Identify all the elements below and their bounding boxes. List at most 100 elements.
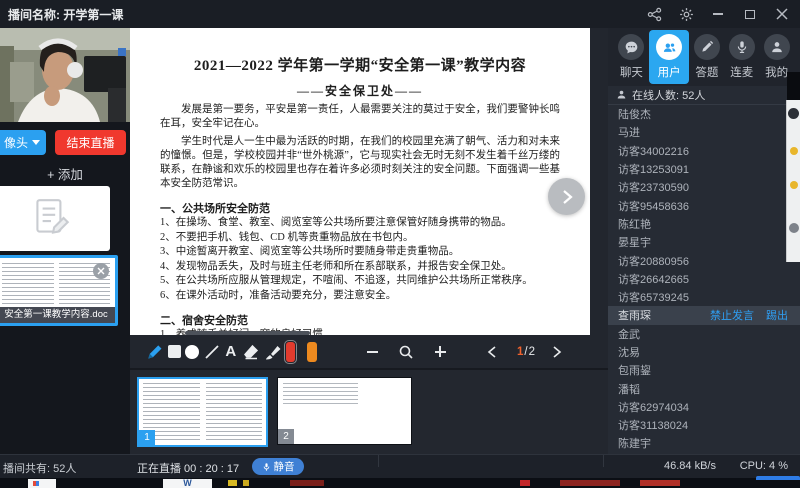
live-duration-label: 正在直播 00 : 20 : 17 <box>137 460 239 476</box>
user-row[interactable]: 陈建宇 <box>608 434 800 452</box>
page-thumbnail-2[interactable]: 2 <box>277 377 412 445</box>
overlay-icon <box>788 108 799 119</box>
user-row[interactable]: 陆俊杰 <box>608 105 800 123</box>
user-row[interactable]: 金武 <box>608 325 800 343</box>
document-title: 2021—2022 学年第一学期“安全第一课”教学内容 <box>160 54 560 75</box>
user-row[interactable]: 沈易 <box>608 343 800 361</box>
mute-user-button[interactable]: 禁止发言 <box>710 307 754 323</box>
share-icon[interactable] <box>646 6 662 22</box>
doc-thumbnail-label: 安全第一课教学内容.doc <box>0 307 115 323</box>
user-row[interactable]: 潘韬 <box>608 379 800 397</box>
overlay-window-edge <box>787 72 800 100</box>
tab-label: 答题 <box>695 64 718 80</box>
user-name: 访客26642665 <box>618 271 800 287</box>
user-name: 包雨鋆 <box>618 362 800 378</box>
zoom-reset-button[interactable] <box>391 339 421 365</box>
overlay-icon <box>789 223 799 233</box>
next-page-button[interactable] <box>542 339 572 365</box>
zoom-in-button[interactable] <box>425 339 455 365</box>
left-panel: 像头 结束直播 + 添加 安全第一课教学内容.doc <box>0 28 130 454</box>
status-bar: 播间共有: 52人 正在直播 00 : 20 : 17 静音 46.84 kB/… <box>0 454 800 478</box>
close-icon[interactable] <box>93 263 109 279</box>
user-name: 访客62974034 <box>618 399 800 415</box>
user-row[interactable]: 访客26642665 <box>608 270 800 288</box>
doc-list-item: 4、发现物品丢失，及时与班主任老师和所在系部联系，并报告安全保卫处。 <box>160 260 560 275</box>
person-icon <box>764 34 790 60</box>
plus-icon <box>435 346 446 357</box>
sidebar: 聊天 用户 答题 连麦 <box>608 28 800 454</box>
desktop-taskbar-sliver: W <box>0 478 800 488</box>
annotation-toolbar: A <box>130 335 590 368</box>
rectangle-tool-button[interactable] <box>167 339 181 365</box>
add-content-button[interactable]: + 添加 <box>0 164 130 183</box>
user-row[interactable]: 访客65739245 <box>608 288 800 306</box>
kick-user-button[interactable]: 踢出 <box>766 307 788 323</box>
doc-list-item: 3、中途暂离开教室、阅览室等公共场所时要随身带走贵重物品。 <box>160 245 560 260</box>
user-row[interactable]: 陈红艳 <box>608 215 800 233</box>
user-row[interactable]: 访客31138024 <box>608 416 800 434</box>
user-row[interactable]: 访客20880956 <box>608 251 800 269</box>
zoom-controls <box>357 339 459 365</box>
tab-label: 用户 <box>658 64 681 80</box>
user-name: 查雨琛 <box>618 307 710 323</box>
color-swatch-red[interactable] <box>286 342 296 362</box>
tab-chat[interactable]: 聊天 <box>614 28 649 86</box>
document-pencil-icon <box>30 196 72 242</box>
online-count-row: 在线人数: 52人 <box>608 86 800 103</box>
user-row[interactable]: 马进 <box>608 123 800 141</box>
maximize-button[interactable] <box>742 6 758 22</box>
chevron-left-icon <box>487 346 497 358</box>
doc-list-item: 5、在公共场所应服从管理规定，不喧闹、不追逐，共同维护公共场所正常秩序。 <box>160 274 560 289</box>
end-stream-button[interactable]: 结束直播 <box>55 130 126 155</box>
mute-button[interactable]: 静音 <box>252 458 304 475</box>
gear-icon[interactable] <box>678 6 694 22</box>
camera-select-button[interactable]: 像头 <box>0 130 46 155</box>
next-page-overlay-button[interactable] <box>548 178 585 215</box>
line-tool-button[interactable] <box>204 339 220 365</box>
user-row[interactable]: 晏星宇 <box>608 233 800 251</box>
pen-tool-button[interactable] <box>144 339 163 365</box>
text-tool-button[interactable]: A <box>224 339 238 365</box>
pen-icon <box>144 342 163 361</box>
minimize-button[interactable] <box>710 6 726 22</box>
circle-tool-button[interactable] <box>185 339 199 365</box>
user-row[interactable]: 访客95458636 <box>608 196 800 214</box>
page-thumbnail-1[interactable]: 1 <box>137 377 268 447</box>
user-row[interactable]: 访客34002216 <box>608 142 800 160</box>
tab-mic-connect[interactable]: 连麦 <box>724 28 759 86</box>
microphone-icon <box>729 34 755 60</box>
eraser-tool-button[interactable] <box>242 339 260 365</box>
user-row[interactable]: 访客23730590 <box>608 178 800 196</box>
document-section1-list: 1、在操场、食堂、教室、阅览室等公共场所要注意保管好随身携带的物品。2、不要把手… <box>160 216 560 303</box>
overlay-icon <box>790 147 798 155</box>
user-name: 潘韬 <box>618 381 800 397</box>
floating-toolbar-edge <box>786 100 800 262</box>
doc-list-item: 1、在操场、食堂、教室、阅览室等公共场所要注意保管好随身携带的物品。 <box>160 216 560 231</box>
cpu-usage-label: CPU: 4 % <box>740 460 788 472</box>
whiteboard-card[interactable] <box>0 186 110 251</box>
page-thumbnails-row: 1 2 <box>130 370 608 454</box>
user-name: 沈易 <box>618 344 800 360</box>
page-navigation: 1/2 <box>477 339 576 365</box>
user-row[interactable]: 包雨鋆 <box>608 361 800 379</box>
color-swatch-orange[interactable] <box>307 342 317 362</box>
circle-icon <box>185 345 199 359</box>
overlay-icon <box>790 181 798 189</box>
user-row[interactable]: 访客62974034 <box>608 398 800 416</box>
doc-list-item: 2、不要把手机、钱包、CD 机等贵重物品放在书包内。 <box>160 231 560 246</box>
document-section-heading: 一、公共场所安全防范 <box>160 200 560 216</box>
highlighter-tool-button[interactable] <box>264 339 282 365</box>
user-name: 晏星宇 <box>618 234 800 250</box>
user-row[interactable]: 查雨琛禁止发言踢出 <box>608 306 800 324</box>
highlighter-icon <box>264 343 282 361</box>
close-button[interactable] <box>774 6 790 22</box>
tab-quiz[interactable]: 答题 <box>689 28 724 86</box>
tab-users[interactable]: 用户 <box>649 30 690 84</box>
taskbar-highlight-sliver <box>756 476 800 480</box>
user-name: 访客20880956 <box>618 253 800 269</box>
doc-thumbnail-selected[interactable]: 安全第一课教学内容.doc <box>0 255 118 326</box>
zoom-out-button[interactable] <box>357 339 387 365</box>
divider <box>603 455 604 467</box>
user-row[interactable]: 访客13253091 <box>608 160 800 178</box>
prev-page-button[interactable] <box>477 339 507 365</box>
